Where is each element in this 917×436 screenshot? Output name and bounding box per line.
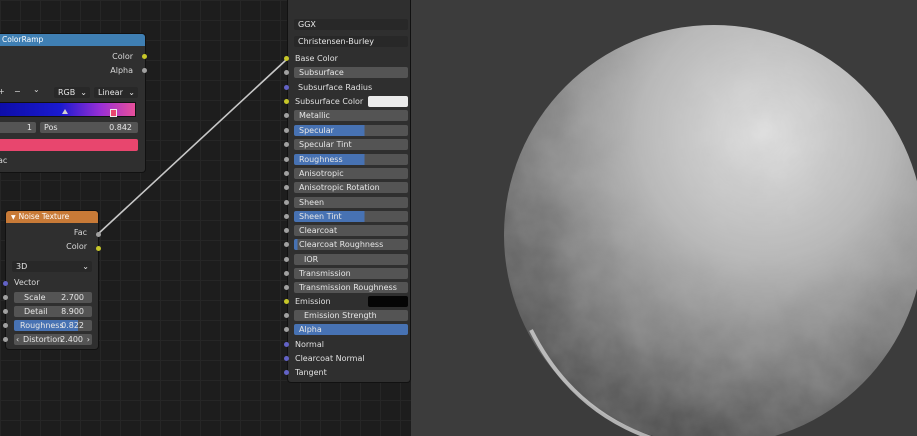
subsurface-radius-socket[interactable]: [284, 85, 289, 90]
base-color-label: Base Color: [295, 54, 338, 63]
colorramp-fac-input-label: ac: [0, 156, 8, 165]
color-mode-select[interactable]: RGB ⌄: [54, 87, 90, 98]
specular-field[interactable]: Specular: [294, 125, 408, 136]
subsurface-method-select[interactable]: Christensen-Burley: [294, 36, 408, 47]
distribution-select[interactable]: GGX: [294, 19, 408, 30]
noise-color-output-label: Color: [66, 242, 87, 251]
detail-field[interactable]: Detail 8.900: [14, 306, 92, 317]
colorramp-alpha-output-label: Alpha: [110, 66, 133, 75]
transmission-roughness-field[interactable]: Transmission Roughness: [294, 282, 408, 293]
shader-node-editor[interactable]: ColorRamp Color Alpha + − ⌄ RGB ⌄ Linear ⌄…: [0, 0, 411, 436]
specular-tint-socket[interactable]: [284, 142, 289, 147]
clearcoat-normal-socket[interactable]: [284, 356, 289, 361]
clearcoat-normal-label: Clearcoat Normal: [295, 354, 365, 363]
tangent-socket[interactable]: [284, 370, 289, 375]
subsurface-field[interactable]: Subsurface: [294, 67, 408, 78]
interpolation-select[interactable]: Linear ⌄: [94, 87, 138, 98]
material-preview-sphere: [504, 25, 917, 436]
anisotropic-socket[interactable]: [284, 171, 289, 176]
colorramp-node[interactable]: ColorRamp Color Alpha + − ⌄ RGB ⌄ Linear ⌄…: [0, 34, 147, 172]
decrement-arrow-icon[interactable]: ‹: [16, 334, 19, 345]
distortion-field[interactable]: ‹ Distortion 2.400 ›: [14, 334, 92, 345]
dimensions-select[interactable]: 3D ⌄: [12, 261, 92, 272]
colorramp-title: ColorRamp: [2, 35, 44, 44]
noise-roughness-input-socket[interactable]: [3, 323, 8, 328]
alpha-field[interactable]: Alpha: [294, 324, 408, 335]
metallic-field[interactable]: Metallic: [294, 110, 408, 121]
collapse-arrow-icon[interactable]: ▼: [11, 214, 16, 221]
metallic-socket[interactable]: [284, 113, 289, 118]
stop-color-swatch[interactable]: [0, 139, 138, 151]
sphere-noise: [504, 25, 917, 436]
noise-color-output-socket[interactable]: [96, 246, 101, 251]
ior-socket[interactable]: [284, 257, 289, 262]
noise-fac-output-label: Fac: [73, 228, 87, 237]
noise-texture-node[interactable]: ▼ Noise Texture Fac Color 3D ⌄ Vector Scal…: [3, 211, 101, 349]
anisotropic-field[interactable]: Anisotropic: [294, 168, 408, 179]
emission-color-swatch[interactable]: [368, 296, 408, 307]
anisotropic-rotation-field[interactable]: Anisotropic Rotation: [294, 182, 408, 193]
alpha-socket[interactable]: [284, 327, 289, 332]
subsurface-radius-label: Subsurface Radius: [298, 83, 373, 92]
noise-vector-input-socket[interactable]: [3, 281, 8, 286]
transmission-roughness-socket[interactable]: [284, 285, 289, 290]
noise-fac-output-socket[interactable]: [96, 232, 101, 237]
scale-field[interactable]: Scale 2.700: [14, 292, 92, 303]
specular-socket[interactable]: [284, 128, 289, 133]
ramp-menu-chevron-icon[interactable]: ⌄: [33, 85, 40, 94]
colorramp-header[interactable]: ColorRamp: [0, 34, 145, 46]
ramp-stop-handle-active[interactable]: [110, 109, 117, 117]
emission-socket[interactable]: [284, 299, 289, 304]
tangent-label: Tangent: [295, 368, 327, 377]
ior-field[interactable]: IOR: [294, 254, 408, 265]
subsurface-socket[interactable]: [284, 70, 289, 75]
stop-index-field[interactable]: 1: [0, 122, 36, 133]
colorramp-color-output-label: Color: [112, 52, 133, 61]
transmission-socket[interactable]: [284, 271, 289, 276]
sheen-tint-socket[interactable]: [284, 214, 289, 219]
subsurface-color-label: Subsurface Color: [295, 97, 364, 106]
chevron-down-icon: ⌄: [128, 88, 135, 97]
clearcoat-roughness-socket[interactable]: [284, 242, 289, 247]
increment-arrow-icon[interactable]: ›: [87, 334, 90, 345]
normal-label: Normal: [295, 340, 324, 349]
colorramp-color-output-socket[interactable]: [142, 54, 147, 59]
roughness-field[interactable]: Roughness 0.822: [14, 320, 92, 331]
noise-vector-input-label: Vector: [14, 278, 40, 287]
ramp-stop-handle[interactable]: [62, 109, 68, 114]
chevron-down-icon: ⌄: [80, 88, 87, 97]
clearcoat-socket[interactable]: [284, 228, 289, 233]
specular-tint-field[interactable]: Specular Tint: [294, 139, 408, 150]
emission-strength-socket[interactable]: [284, 313, 289, 318]
chevron-down-icon: ⌄: [82, 262, 89, 271]
sheen-socket[interactable]: [284, 200, 289, 205]
noise-texture-header[interactable]: ▼ Noise Texture: [6, 211, 98, 223]
normal-socket[interactable]: [284, 342, 289, 347]
roughness-socket[interactable]: [284, 157, 289, 162]
colorramp-alpha-output-socket[interactable]: [142, 68, 147, 73]
noise-distortion-input-socket[interactable]: [3, 337, 8, 342]
subsurface-color-socket[interactable]: [284, 99, 289, 104]
roughness-field[interactable]: Roughness: [294, 154, 408, 165]
subsurface-color-swatch[interactable]: [368, 96, 408, 107]
render-preview-viewport[interactable]: [411, 0, 917, 436]
noise-detail-input-socket[interactable]: [3, 309, 8, 314]
emission-strength-field[interactable]: Emission Strength: [294, 310, 408, 321]
clearcoat-roughness-field[interactable]: Clearcoat Roughness: [294, 239, 408, 250]
noise-scale-input-socket[interactable]: [3, 295, 8, 300]
sheen-field[interactable]: Sheen: [294, 197, 408, 208]
transmission-field[interactable]: Transmission: [294, 268, 408, 279]
clearcoat-field[interactable]: Clearcoat: [294, 225, 408, 236]
add-stop-button[interactable]: +: [0, 87, 5, 96]
emission-label: Emission: [295, 297, 331, 306]
sheen-tint-field[interactable]: Sheen Tint: [294, 211, 408, 222]
anisotropic-rotation-socket[interactable]: [284, 185, 289, 190]
remove-stop-button[interactable]: −: [14, 87, 21, 96]
base-color-input-socket[interactable]: [284, 56, 289, 61]
stop-position-field[interactable]: Pos 0.842: [40, 122, 138, 133]
noise-texture-title: Noise Texture: [18, 212, 70, 221]
